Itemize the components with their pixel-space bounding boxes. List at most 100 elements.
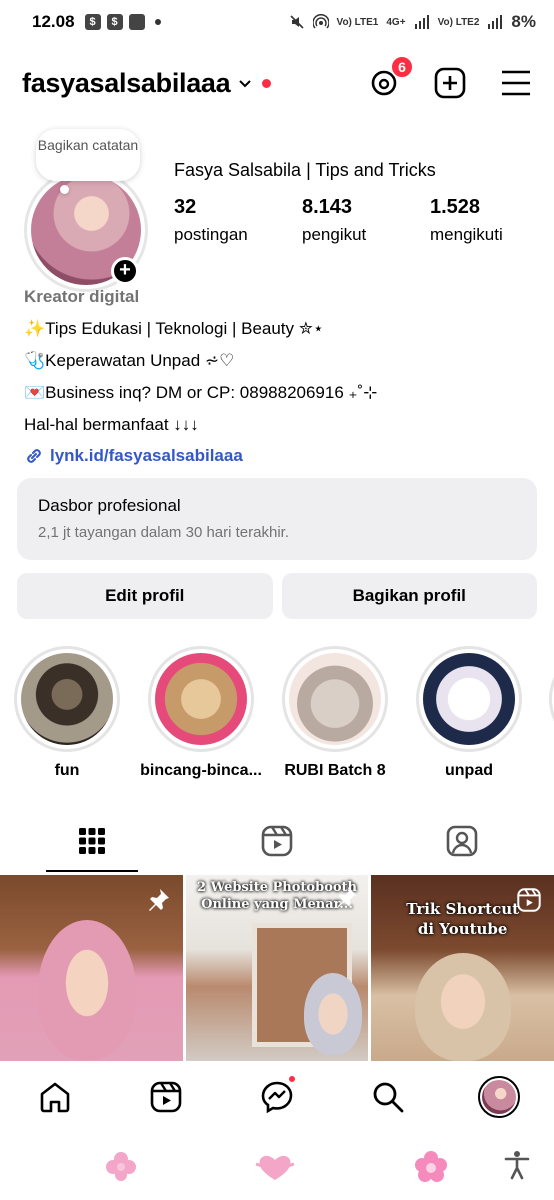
dashboard-subtitle: 2,1 jt tayangan dalam 30 hari terakhir.: [38, 524, 289, 541]
hamburger-menu-icon: [502, 70, 530, 96]
tab-reels[interactable]: [185, 810, 370, 872]
bio-line: ✨Tips Edukasi | Teknologi | Beauty ✮⋆: [24, 319, 324, 338]
status-time: 12.08: [32, 12, 75, 31]
highlight-item-partial[interactable]: [549, 646, 554, 786]
highlight-cover: [423, 653, 515, 745]
nav-messages[interactable]: [222, 1074, 333, 1114]
story-highlights: fun bincang-binca... RUBI Batch 8 unpad: [0, 646, 554, 786]
highlight-item[interactable]: unpad: [415, 646, 523, 786]
post-grid: 2 Website Photobooth Online yang Menar..…: [0, 875, 554, 1061]
network-label-1: Vo) LTE1: [336, 16, 379, 28]
stat-value: 32: [174, 196, 197, 218]
profile-header: fasyasalsabilaaa 6: [0, 55, 554, 111]
bio-line: 💌Business inq? DM or CP: 08988206916 ₊˚⊹: [24, 383, 378, 402]
edit-profile-button[interactable]: Edit profil: [17, 573, 273, 619]
profile-stats: 32 postingan 8.143 pengikut 1.528 mengik…: [174, 196, 503, 245]
messenger-icon: [261, 1081, 293, 1114]
post-thumbnail[interactable]: [0, 875, 183, 1061]
stat-followers[interactable]: 8.143 pengikut: [302, 196, 430, 245]
highlight-ring: [549, 646, 554, 752]
highlight-label: bincang-binca...: [140, 762, 262, 779]
highlight-ring: [148, 646, 254, 752]
highlight-item[interactable]: bincang-binca...: [140, 646, 262, 786]
network-type: 4G+: [386, 16, 406, 28]
more-dot-icon: [154, 19, 161, 25]
add-icon: [434, 67, 466, 99]
flower-back-icon[interactable]: [104, 1150, 138, 1184]
highlight-label: RUBI Batch 8: [284, 762, 386, 779]
profile-category: Kreator digital: [24, 287, 140, 306]
grid-icon: [79, 828, 106, 854]
post-thumbnail[interactable]: Trik Shortcut di Youtube: [371, 875, 554, 1061]
threads-button[interactable]: 6: [368, 55, 414, 99]
accessibility-icon[interactable]: [504, 1150, 530, 1180]
highlight-label: fun: [54, 762, 80, 779]
highlight-cover: [21, 653, 113, 745]
profile-avatar-small: [477, 1076, 520, 1118]
stat-label: mengikuti: [430, 225, 503, 244]
post-photo-subject: [303, 973, 362, 1055]
stat-posts[interactable]: 32 postingan: [174, 196, 302, 245]
nav-profile[interactable]: [443, 1076, 554, 1118]
create-button[interactable]: [434, 67, 466, 99]
stat-following[interactable]: 1.528 mengikuti: [430, 196, 503, 245]
highlight-item[interactable]: RUBI Batch 8: [281, 646, 389, 786]
post-photo-subject: [38, 920, 136, 1060]
bio-line: Hal-hal bermanfaat ↓↓↓: [24, 415, 199, 434]
heart-home-icon[interactable]: [254, 1150, 296, 1184]
highlight-cover: [155, 653, 247, 745]
highlight-ring: [282, 646, 388, 752]
link-icon: [27, 449, 41, 463]
stat-value: 8.143: [302, 196, 353, 218]
gallery-icon: [128, 14, 145, 30]
signal-icon: [488, 15, 503, 29]
pin-icon: [148, 889, 169, 911]
network-label-2: Vo) LTE2: [437, 16, 480, 28]
note-bubble[interactable]: Bagikan catatan: [36, 129, 140, 181]
mute-icon: [289, 15, 304, 29]
add-story-icon[interactable]: +: [111, 257, 139, 285]
bottom-navigation: [0, 1062, 554, 1132]
highlight-ring: [416, 646, 522, 752]
notification-dot: [262, 78, 272, 88]
post-thumbnail[interactable]: 2 Website Photobooth Online yang Menar..…: [185, 875, 369, 1061]
highlight-ring: [14, 646, 120, 752]
menu-button[interactable]: [500, 67, 532, 99]
profile-actions: Edit profil Bagikan profil: [17, 573, 537, 619]
nav-search[interactable]: [332, 1080, 443, 1114]
messages-notification-dot: [286, 1074, 297, 1084]
threads-badge: 6: [390, 55, 414, 79]
status-bar: 12.08 $ $ Vo) LTE1 4G+ Vo) LTE2 8%: [0, 0, 554, 44]
highlight-item[interactable]: fun: [13, 646, 121, 786]
profile-bio: Kreator digital ✨Tips Edukasi | Teknolog…: [24, 287, 534, 471]
profile-avatar[interactable]: +: [24, 168, 148, 292]
highlight-label: unpad: [445, 762, 493, 779]
reels-icon: [261, 825, 293, 857]
tab-posts-grid[interactable]: [0, 810, 185, 872]
share-profile-button[interactable]: Bagikan profil: [281, 573, 537, 619]
bio-link[interactable]: lynk.id/fasyasalsabilaaa: [24, 441, 534, 471]
battery-percent: 8%: [511, 12, 536, 31]
nav-home[interactable]: [0, 1080, 111, 1114]
stat-value: 1.528: [430, 196, 481, 218]
stat-label: pengikut: [302, 225, 367, 244]
nav-reels[interactable]: [111, 1080, 222, 1114]
reel-icon: [517, 888, 541, 912]
bio-line: 🩺Keperawatan Unpad ⩫♡: [24, 351, 235, 370]
flower-recents-icon[interactable]: [414, 1150, 448, 1184]
professional-dashboard[interactable]: Dasbor profesional 2,1 jt tayangan dalam…: [17, 478, 537, 560]
tab-tagged[interactable]: [369, 810, 554, 872]
reels-icon: [150, 1081, 182, 1113]
signal-icon: [414, 15, 429, 29]
search-icon: [373, 1082, 404, 1113]
status-right: Vo) LTE1 4G+ Vo) LTE2 8%: [289, 12, 536, 32]
post-photo-subject: [415, 953, 512, 1061]
profile-tabs: [0, 810, 554, 872]
shopping-bag-icon: $: [106, 14, 123, 30]
note-bubble-tail: [60, 185, 69, 194]
tagged-user-icon: [446, 825, 477, 857]
chevron-down-icon[interactable]: [238, 76, 252, 90]
highlight-cover: [289, 653, 381, 745]
username[interactable]: fasyasalsabilaaa: [22, 68, 231, 99]
home-icon: [41, 1082, 70, 1113]
